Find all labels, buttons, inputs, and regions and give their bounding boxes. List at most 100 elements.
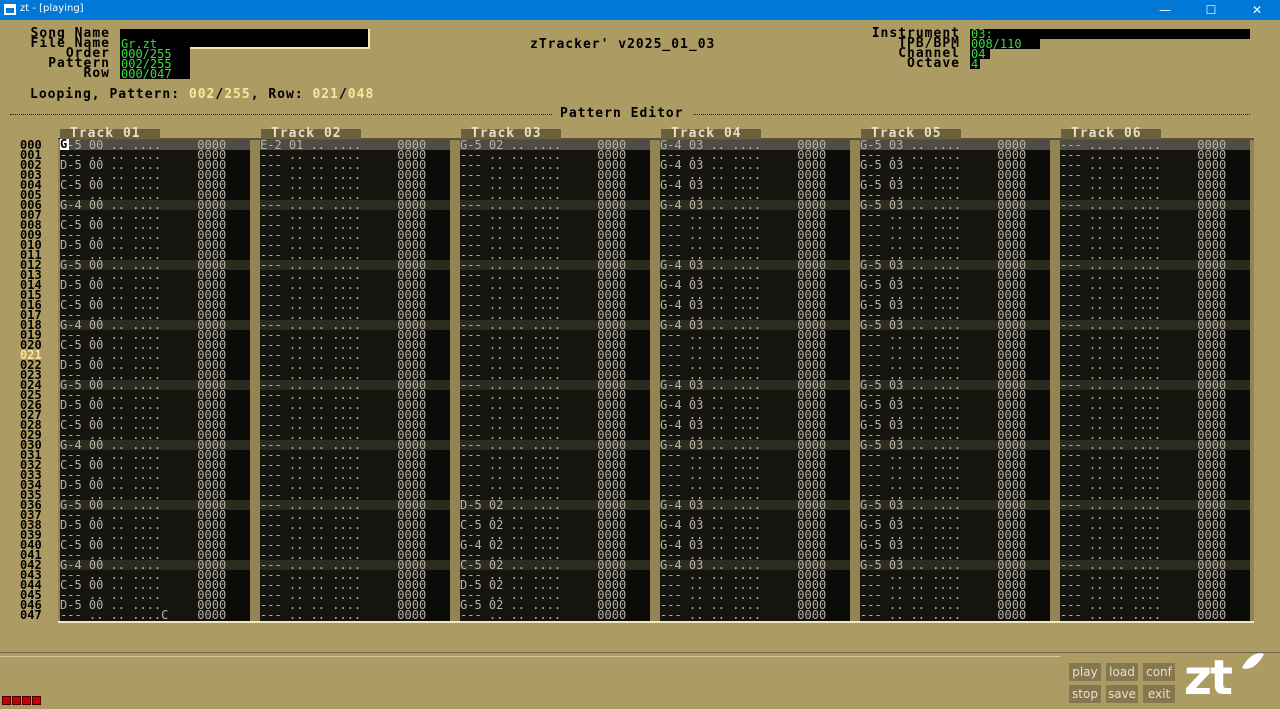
- pattern-cell[interactable]: G-4 03 .. .... 0000: [660, 400, 850, 410]
- pattern-cell[interactable]: --- .. .. .... 0000: [660, 350, 850, 360]
- pattern-cell[interactable]: --- .. .. .... 0000: [660, 550, 850, 560]
- pattern-cell[interactable]: --- .. .. .... 0000: [660, 460, 850, 470]
- pattern-cell[interactable]: D-5 02 .. .... 0000: [460, 580, 650, 590]
- pattern-cell[interactable]: --- .. .. .... 0000: [260, 360, 450, 370]
- pattern-cell[interactable]: C-5 00 .. .... 0000: [60, 340, 250, 350]
- pattern-cell[interactable]: G-4 03 .. .... 0000: [660, 420, 850, 430]
- maximize-button[interactable]: ☐: [1188, 0, 1234, 20]
- pattern-cell[interactable]: --- .. .. .... 0000: [460, 590, 650, 600]
- pattern-cell[interactable]: --- .. .. .... 0000: [660, 570, 850, 580]
- pattern-cell[interactable]: --- .. .. .... 0000: [860, 230, 1050, 240]
- pattern-cell[interactable]: D-5 00 .. .... 0000: [60, 280, 250, 290]
- pattern-cell[interactable]: --- .. .. .... 0000: [1060, 530, 1250, 540]
- pattern-cell[interactable]: --- .. .. .... 0000: [60, 410, 250, 420]
- pattern-cell[interactable]: G-5 03 .. .... 0000: [860, 160, 1050, 170]
- pattern-cell[interactable]: --- .. .. .... 0000: [260, 600, 450, 610]
- pattern-cell[interactable]: --- .. .. .... 0000: [660, 470, 850, 480]
- pattern-cell[interactable]: --- .. .. .... 0000: [460, 470, 650, 480]
- pattern-cell[interactable]: --- .. .. .... 0000: [860, 450, 1050, 460]
- pattern-cell[interactable]: G-4 03 .. .... 0000: [660, 160, 850, 170]
- pattern-cell[interactable]: D-5 00 .. .... 0000: [60, 480, 250, 490]
- pattern-cell[interactable]: --- .. .. .... 0000: [260, 290, 450, 300]
- pattern-cell[interactable]: --- .. .. .... 0000: [260, 210, 450, 220]
- pattern-cell[interactable]: --- .. .. .... 0000: [660, 220, 850, 230]
- pattern-cell[interactable]: --- .. .. .... 0000: [1060, 140, 1250, 150]
- track-tab-06[interactable]: Track 06: [1061, 127, 1161, 140]
- pattern-cell[interactable]: --- .. .. .... 0000: [1060, 350, 1250, 360]
- pattern-cell[interactable]: --- .. .. .... 0000: [860, 340, 1050, 350]
- pattern-cell[interactable]: --- .. .. .... 0000: [1060, 390, 1250, 400]
- pattern-cell[interactable]: --- .. .. .... 0000: [460, 420, 650, 430]
- pattern-cell[interactable]: G-4 03 .. .... 0000: [660, 440, 850, 450]
- pattern-cell[interactable]: --- .. .. .... 0000: [860, 470, 1050, 480]
- pattern-cell[interactable]: --- .. .. .... 0000: [460, 230, 650, 240]
- pattern-cell[interactable]: G-4 03 .. .... 0000: [660, 560, 850, 570]
- pattern-cell[interactable]: --- .. .. .... 0000: [1060, 410, 1250, 420]
- pattern-cell[interactable]: --- .. .. .... 0000: [460, 340, 650, 350]
- pattern-cell[interactable]: G-5 03 .. .... 0000: [860, 500, 1050, 510]
- pattern-cell[interactable]: --- .. .. .... 0000: [660, 600, 850, 610]
- pattern-cell[interactable]: --- .. .. .... 0000: [260, 530, 450, 540]
- pattern-cell[interactable]: --- .. .. .... 0000: [60, 390, 250, 400]
- pattern-cell[interactable]: G-4 03 .. .... 0000: [660, 320, 850, 330]
- file-name-field[interactable]: Gr.zt: [120, 39, 190, 49]
- save-button[interactable]: save: [1106, 685, 1138, 703]
- pattern-cell[interactable]: --- .. .. .... 0000: [860, 170, 1050, 180]
- pattern-cell[interactable]: --- .. .. .... 0000: [60, 510, 250, 520]
- pattern-cell[interactable]: --- .. .. .... 0000: [460, 210, 650, 220]
- track-column-04[interactable]: G-4 03 .. .... 0000 --- .. .. .... 0000 G-…: [660, 140, 850, 621]
- pattern-cell[interactable]: G-5 03 .. .... 0000: [860, 280, 1050, 290]
- pattern-cell[interactable]: --- .. .. .... 0000: [60, 590, 250, 600]
- pattern-cell[interactable]: --- .. .. .... 0000: [460, 260, 650, 270]
- pattern-cell[interactable]: --- .. .. .... 0000: [1060, 470, 1250, 480]
- pattern-cell[interactable]: --- .. .. .... 0000: [660, 270, 850, 280]
- pattern-cell[interactable]: G-5 02 .. .... 0000: [460, 140, 650, 150]
- pattern-cell[interactable]: --- .. .. .... 0000: [60, 250, 250, 260]
- pattern-cell[interactable]: --- .. .. .... 0000: [1060, 600, 1250, 610]
- pattern-cell[interactable]: --- .. .. .... 0000: [1060, 240, 1250, 250]
- pattern-cell[interactable]: G-5 03 .. .... 0000: [860, 320, 1050, 330]
- pattern-field[interactable]: 002/255: [120, 59, 190, 69]
- pattern-cell[interactable]: --- .. .. .... 0000: [460, 270, 650, 280]
- pattern-cell[interactable]: --- .. .. .... 0000: [260, 570, 450, 580]
- pattern-cell[interactable]: --- .. .. .... 0000: [1060, 570, 1250, 580]
- track-tab-01[interactable]: Track 01: [60, 127, 160, 140]
- pattern-cell[interactable]: --- .. .. .... 0000: [1060, 270, 1250, 280]
- pattern-cell[interactable]: --- .. .. .... 0000: [60, 350, 250, 360]
- pattern-cell[interactable]: --- .. .. .... 0000: [460, 240, 650, 250]
- pattern-cell[interactable]: --- .. .. .... 0000: [660, 250, 850, 260]
- pattern-cell[interactable]: --- .. .. .... 0000: [260, 610, 450, 620]
- pattern-cell[interactable]: --- .. .. .... 0000: [60, 470, 250, 480]
- pattern-cell[interactable]: --- .. .. .... 0000: [460, 430, 650, 440]
- pattern-cell[interactable]: --- .. .. .... 0000: [260, 300, 450, 310]
- pattern-cell[interactable]: --- .. .. .... 0000: [460, 480, 650, 490]
- pattern-cell[interactable]: --- .. .. .... 0000: [660, 430, 850, 440]
- pattern-cell[interactable]: G-5 02 .. .... 0000: [460, 600, 650, 610]
- pattern-cell[interactable]: --- .. .. .... 0000: [60, 310, 250, 320]
- pattern-cell[interactable]: --- .. .. .... 0000: [1060, 250, 1250, 260]
- pattern-cell[interactable]: --- .. .. .... 0000: [460, 610, 650, 620]
- pattern-cell[interactable]: --- .. .. .... 0000: [60, 530, 250, 540]
- pattern-cell[interactable]: --- .. .. .... 0000: [860, 370, 1050, 380]
- pattern-cell[interactable]: G-5 03 .. .... 0000: [860, 200, 1050, 210]
- pattern-cell[interactable]: --- .. .. .... 0000: [260, 400, 450, 410]
- pattern-cell[interactable]: --- .. .. .... 0000: [260, 580, 450, 590]
- pattern-cell[interactable]: --- .. .. .... 0000: [260, 550, 450, 560]
- pattern-cell[interactable]: --- .. .. .... 0000: [460, 530, 650, 540]
- minimize-button[interactable]: —: [1142, 0, 1188, 20]
- pattern-cell[interactable]: --- .. .. .... 0000: [1060, 540, 1250, 550]
- pattern-cell[interactable]: --- .. .. .... 0000: [1060, 150, 1250, 160]
- pattern-cell[interactable]: D-5 00 .. .... 0000: [60, 600, 250, 610]
- pattern-cell[interactable]: --- .. .. .... 0000: [460, 350, 650, 360]
- pattern-cell[interactable]: --- .. .. .... 0000: [1060, 380, 1250, 390]
- pattern-cell[interactable]: --- .. .. .... 0000: [1060, 500, 1250, 510]
- pattern-cell[interactable]: --- .. .. .... 0000: [1060, 260, 1250, 270]
- pattern-cell[interactable]: G-5 00 .. .... 0000: [60, 260, 250, 270]
- pattern-cell[interactable]: --- .. .. .... 0000: [460, 380, 650, 390]
- pattern-cell[interactable]: --- .. .. .... 0000: [260, 240, 450, 250]
- pattern-cell[interactable]: --- .. .. .... 0000: [260, 460, 450, 470]
- tpb-bpm-field[interactable]: 008/110: [970, 39, 1040, 49]
- pattern-cell[interactable]: --- .. .. .... 0000: [1060, 580, 1250, 590]
- pattern-cell[interactable]: G-4 03 .. .... 0000: [660, 200, 850, 210]
- pattern-cell[interactable]: --- .. .. .... 0000: [260, 200, 450, 210]
